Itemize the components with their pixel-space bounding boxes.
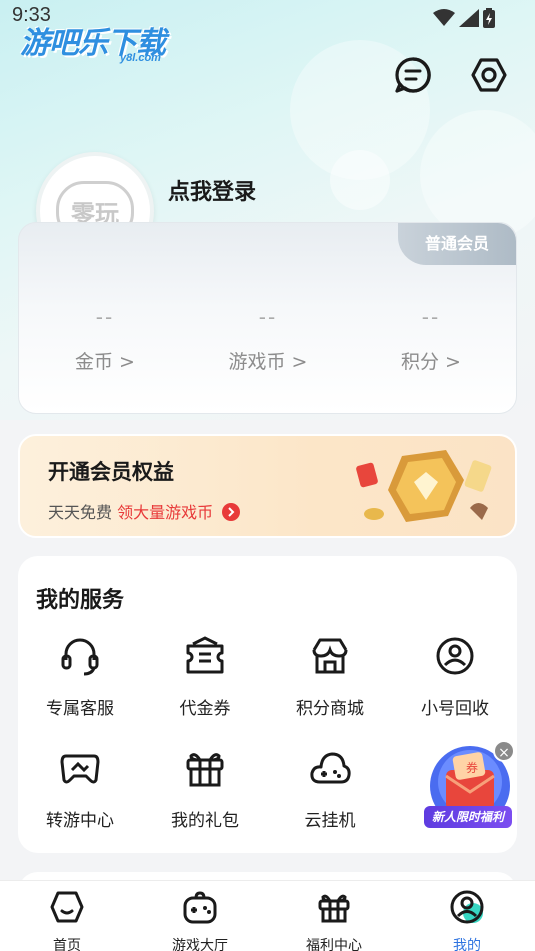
service-transfer-center[interactable]: 转游中心 [18, 746, 142, 831]
coupon-icon [186, 636, 224, 674]
vip-diamond-illustration-icon [356, 450, 492, 522]
member-level-badge: 普通会员 [398, 223, 516, 265]
stat-points[interactable]: -- 积分 > [361, 305, 501, 374]
headset-icon [61, 638, 99, 676]
stat-label: 游戏币 > [228, 351, 308, 373]
arrow-right-icon [222, 503, 241, 521]
service-coupons[interactable]: 代金券 [143, 634, 267, 719]
service-label: 云挂机 [304, 811, 356, 831]
service-my-gifts[interactable]: 我的礼包 [143, 746, 267, 831]
cloud-game-icon [310, 752, 351, 784]
user-recycle-icon [436, 637, 474, 675]
stat-value: -- [95, 305, 115, 329]
watermark-url: y8l.com [120, 52, 161, 64]
service-account-recycle[interactable]: 小号回收 [393, 634, 517, 719]
battery-icon [483, 8, 495, 28]
stat-value: -- [258, 305, 278, 329]
service-customer-support[interactable]: 专属客服 [18, 634, 142, 719]
member-card: 普通会员 -- 金币 > -- 游戏币 > -- 积分 > [18, 222, 517, 414]
service-label: 转游中心 [46, 811, 114, 831]
service-points-store[interactable]: 积分商城 [268, 634, 392, 719]
stat-value: -- [421, 305, 441, 329]
tab-welfare-center[interactable]: 福利中心 [279, 889, 389, 951]
service-cloud-idle[interactable]: 云挂机 [268, 746, 392, 831]
status-icons [433, 8, 495, 28]
gift-icon [318, 894, 350, 923]
stat-label: 积分 > [401, 351, 461, 373]
tab-mine[interactable]: 我的 [412, 889, 522, 951]
gift-icon [186, 753, 224, 787]
vip-subtitle-highlight: 领大量游戏币 [117, 503, 214, 522]
stat-coins[interactable]: -- 金币 > [35, 305, 175, 374]
service-label: 代金券 [179, 699, 231, 719]
settings-icon[interactable] [470, 56, 508, 94]
vip-subtitle-prefix: 天天免费 [48, 503, 113, 522]
home-icon [50, 891, 84, 923]
promo-close-button[interactable]: × [493, 740, 515, 762]
tab-label: 游戏大厅 [172, 938, 228, 951]
vip-banner[interactable]: 开通会员权益 天天免费 领大量游戏币 [18, 434, 517, 538]
promo-coupon-mark: 券 [466, 760, 478, 775]
stat-game-coins[interactable]: -- 游戏币 > [198, 305, 338, 374]
vip-title: 开通会员权益 [48, 460, 174, 484]
promo-label[interactable]: 新人限时福利 [424, 806, 512, 828]
service-label: 小号回收 [421, 699, 489, 719]
services-title: 我的服务 [36, 588, 125, 613]
game-hall-icon [183, 891, 217, 924]
profile-icon [450, 890, 484, 924]
tab-game-hall[interactable]: 游戏大厅 [145, 889, 255, 951]
service-label: 积分商城 [296, 699, 364, 719]
signal-icon [459, 9, 479, 27]
stat-label: 金币 > [75, 351, 135, 373]
my-services-card: 我的服务 专属客服 代金券 积分商城 小号回收 转游中心 我的礼包 云挂机 券 … [18, 556, 517, 853]
store-icon [312, 638, 348, 674]
message-icon[interactable] [394, 56, 432, 94]
gamepad-icon [60, 754, 100, 784]
tab-home[interactable]: 首页 [12, 889, 122, 951]
service-label: 我的礼包 [171, 811, 239, 831]
vip-subtitle: 天天免费 领大量游戏币 [48, 499, 241, 523]
bottom-tabbar: 首页 游戏大厅 福利中心 我的 [0, 880, 535, 951]
service-label: 专属客服 [46, 699, 114, 719]
tab-label: 我的 [453, 938, 481, 951]
wifi-icon [433, 9, 455, 26]
tab-label: 福利中心 [306, 938, 362, 951]
login-prompt[interactable]: 点我登录 [168, 174, 256, 206]
tab-label: 首页 [53, 938, 81, 951]
